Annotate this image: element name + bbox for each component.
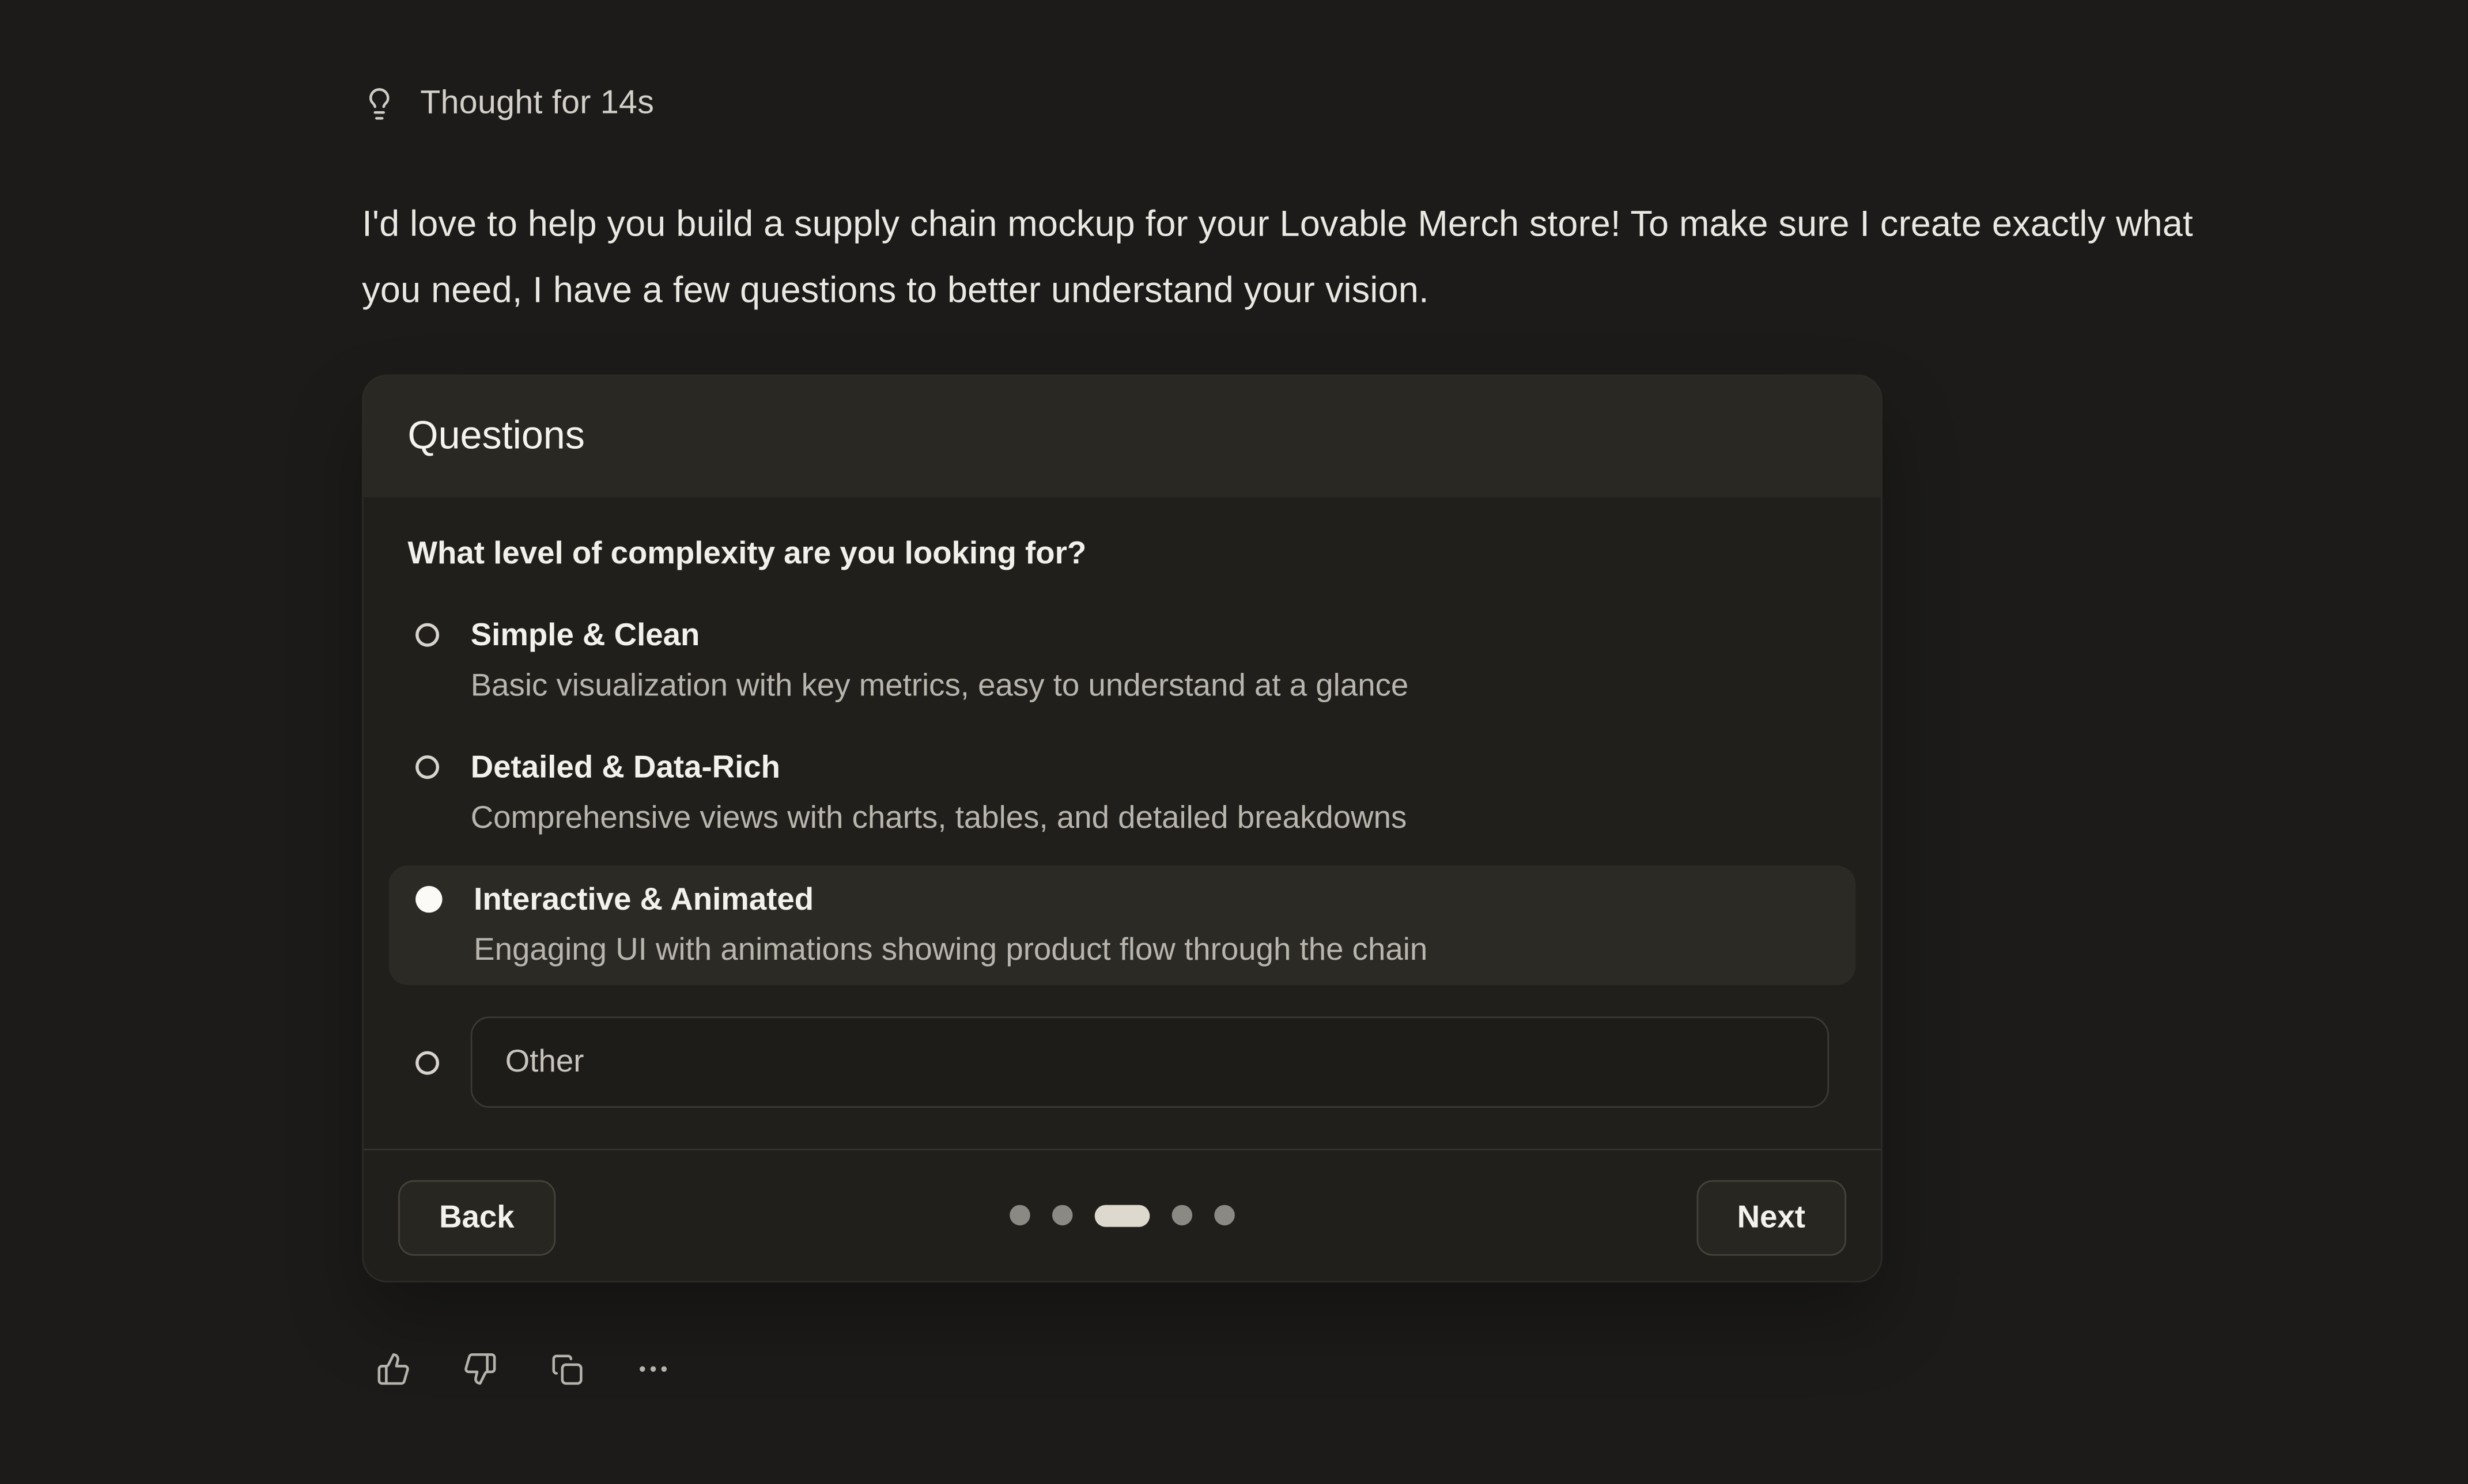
back-button[interactable]: Back xyxy=(398,1180,555,1256)
option-detailed-data-rich[interactable]: Detailed & Data-Rich Comprehensive views… xyxy=(389,733,1856,853)
option-title: Interactive & Animated xyxy=(474,878,1427,922)
option-title: Detailed & Data-Rich xyxy=(471,746,1407,790)
thumbs-down-icon xyxy=(463,1368,497,1391)
option-simple-clean[interactable]: Simple & Clean Basic visualization with … xyxy=(389,601,1856,721)
pagination-dots xyxy=(1010,1204,1235,1226)
page-dot xyxy=(1052,1205,1073,1226)
thought-duration-label: Thought for 14s xyxy=(420,85,654,123)
questions-card-body: What level of complexity are you looking… xyxy=(364,497,1881,1149)
page-dot xyxy=(1010,1205,1030,1226)
other-option-input[interactable] xyxy=(471,1017,1829,1108)
questions-card-footer: Back Next xyxy=(364,1149,1881,1281)
more-options-icon xyxy=(636,1368,671,1391)
thought-toggle[interactable]: Thought for 14s xyxy=(362,84,2204,124)
page-dot-active xyxy=(1095,1204,1150,1226)
thumbs-up-icon xyxy=(376,1368,411,1391)
copy-button[interactable] xyxy=(549,1352,584,1386)
radio-selected-icon[interactable] xyxy=(415,886,442,913)
chat-message-view: Thought for 14s I'd love to help you bui… xyxy=(0,0,2468,1484)
page-dot xyxy=(1172,1205,1193,1226)
question-text: What level of complexity are you looking… xyxy=(407,536,1811,573)
thumbs-up-button[interactable] xyxy=(376,1352,411,1386)
radio-unselected-icon[interactable] xyxy=(415,1050,439,1074)
option-other[interactable] xyxy=(389,998,1856,1108)
questions-card: Questions What level of complexity are y… xyxy=(362,374,1883,1282)
option-description: Comprehensive views with charts, tables,… xyxy=(471,796,1407,840)
more-options-button[interactable] xyxy=(636,1352,671,1386)
page-dot xyxy=(1214,1205,1235,1226)
option-description: Basic visualization with key metrics, ea… xyxy=(471,664,1409,708)
option-description: Engaging UI with animations showing prod… xyxy=(474,929,1427,972)
option-title: Simple & Clean xyxy=(471,614,1409,657)
radio-unselected-icon[interactable] xyxy=(415,755,439,779)
assistant-message-text: I'd love to help you build a supply chai… xyxy=(362,191,2204,323)
message-actions-row xyxy=(376,1352,2204,1386)
copy-icon xyxy=(549,1368,584,1391)
radio-unselected-icon[interactable] xyxy=(415,623,439,647)
thumbs-down-button[interactable] xyxy=(463,1352,497,1386)
next-button[interactable]: Next xyxy=(1696,1180,1846,1256)
questions-card-title: Questions xyxy=(364,376,1881,497)
option-interactive-animated[interactable]: Interactive & Animated Engaging UI with … xyxy=(389,865,1856,985)
lightbulb-icon xyxy=(362,86,396,121)
